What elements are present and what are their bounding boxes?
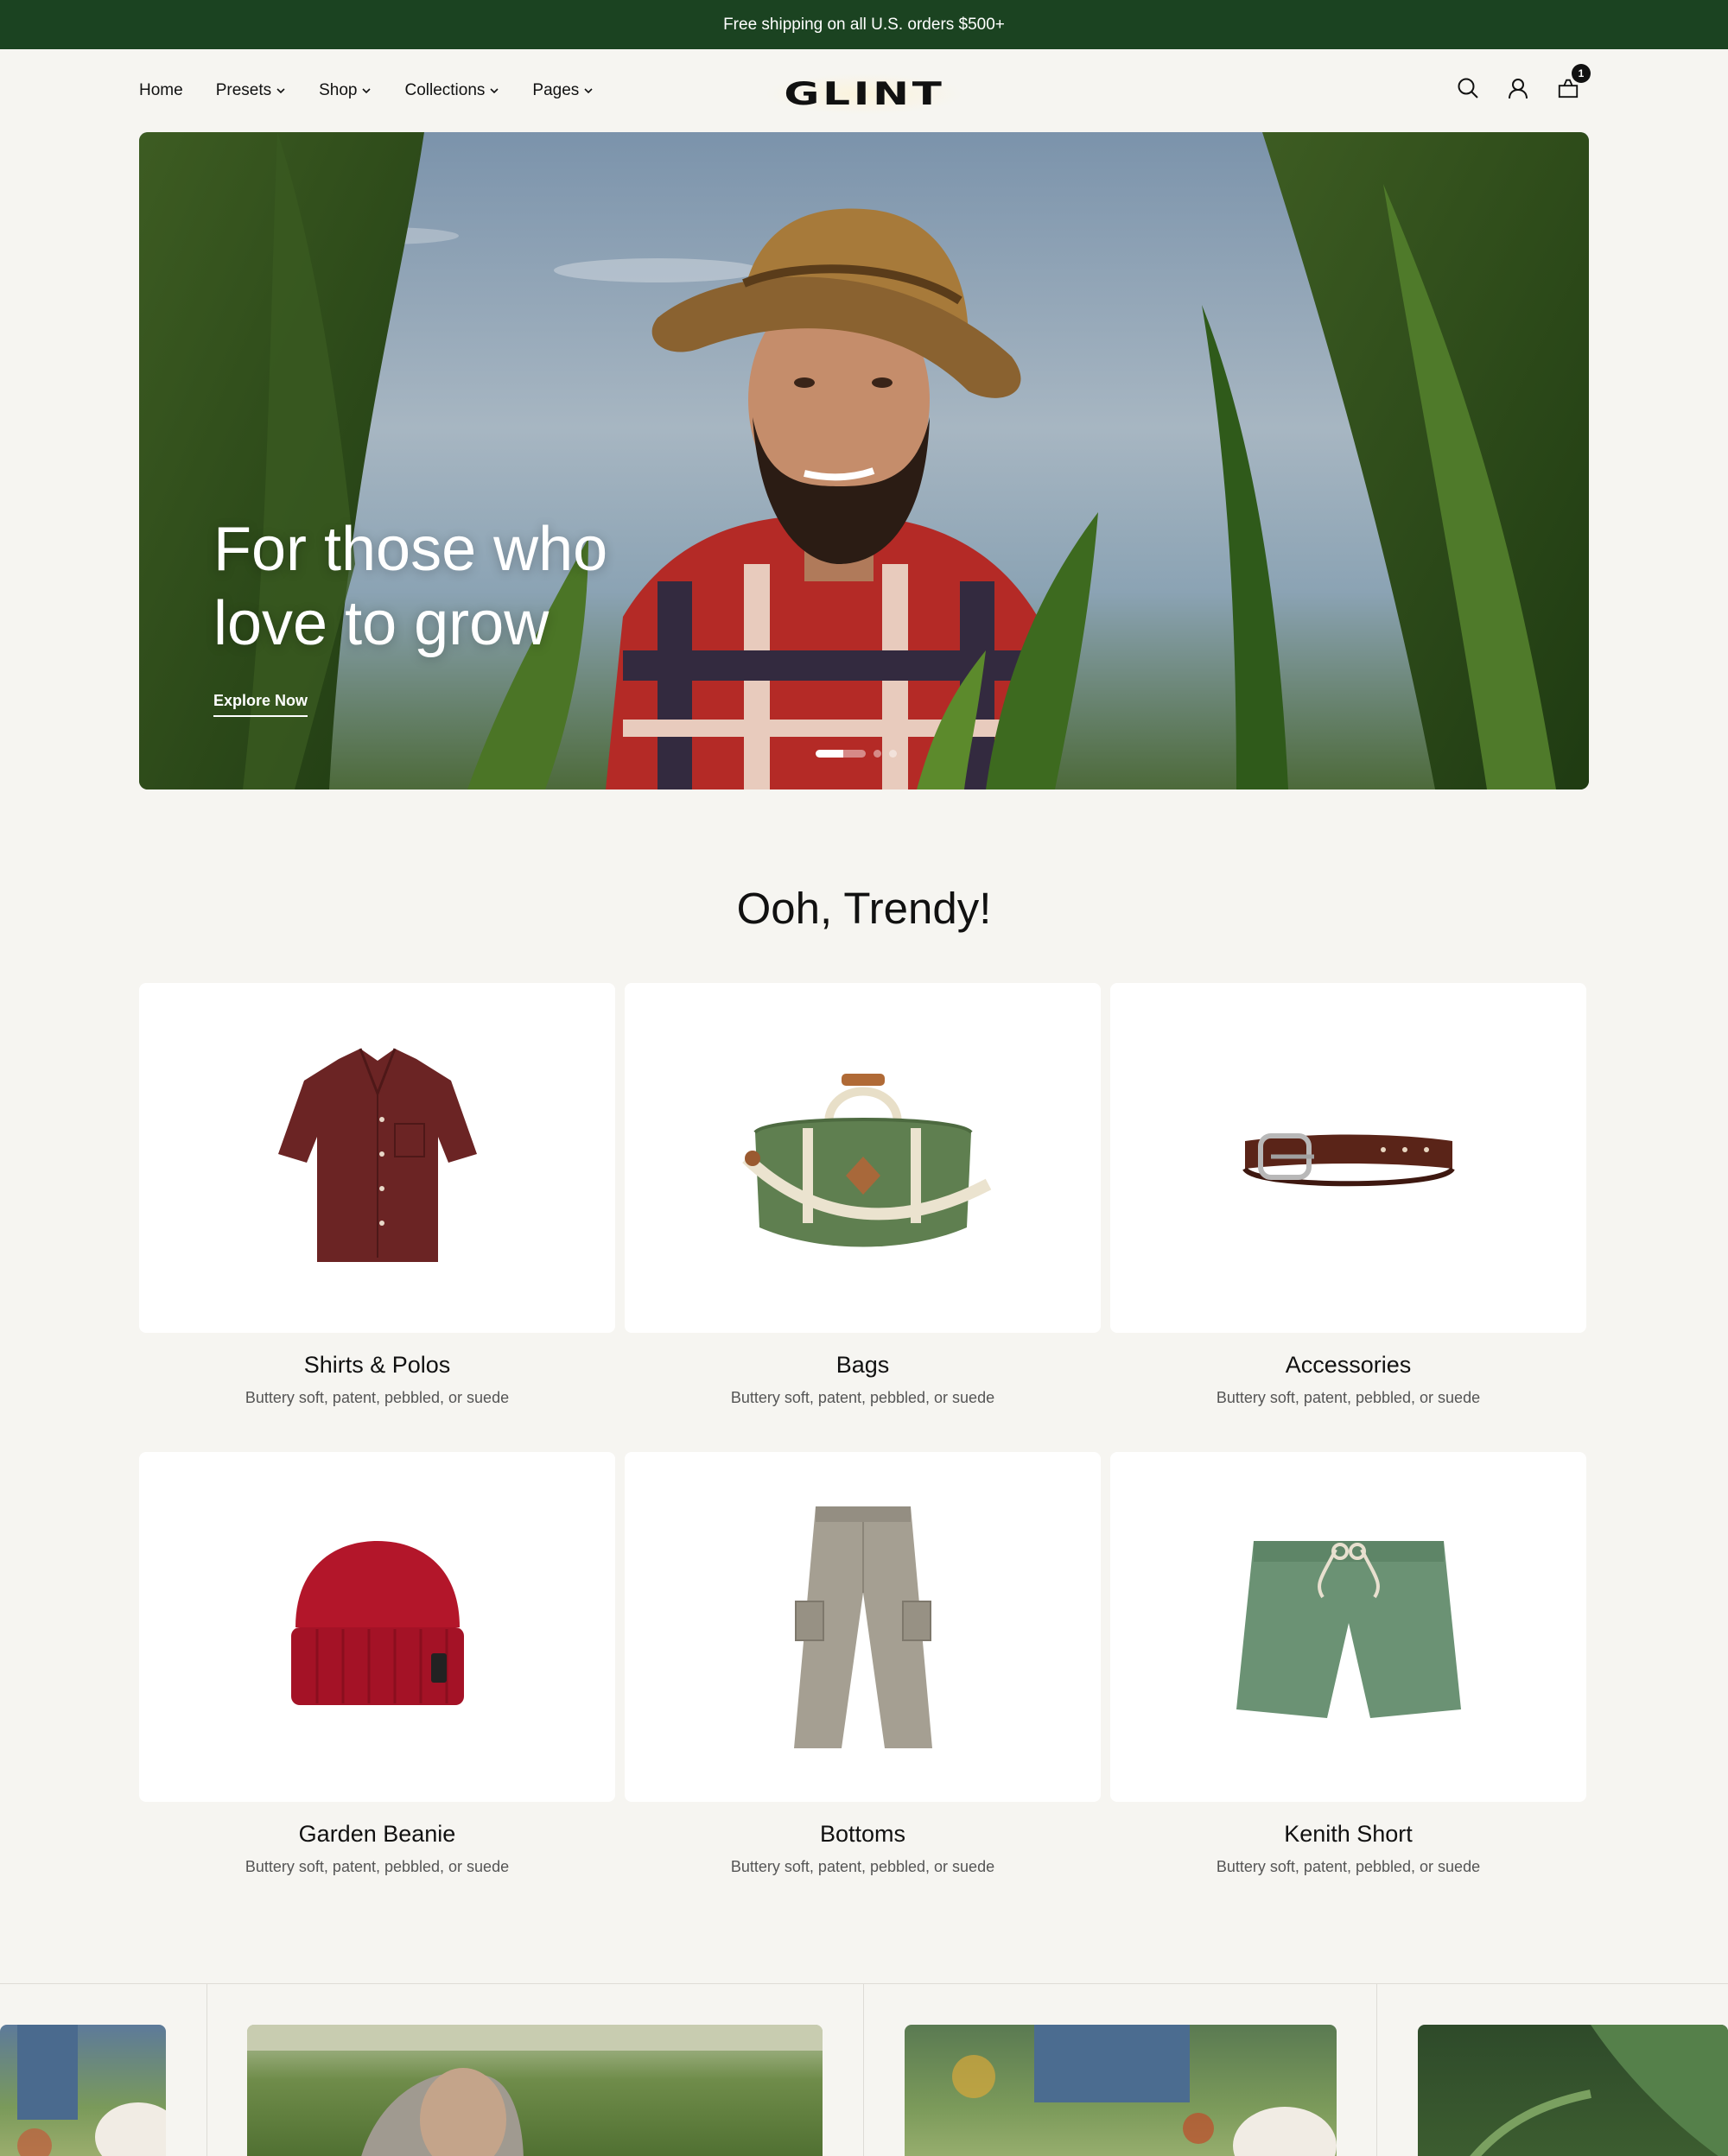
chevron-down-icon	[362, 87, 372, 93]
hero-banner: For those who love to grow Explore Now	[139, 132, 1589, 789]
category-card-bottoms: Bottoms Buttery soft, patent, pebbled, o…	[625, 1452, 1101, 1876]
pants-image	[793, 1506, 932, 1748]
slider-dot-2[interactable]	[874, 750, 881, 758]
hero-image	[139, 132, 1589, 789]
account-button[interactable]	[1507, 75, 1529, 101]
shorts-image	[1236, 1540, 1461, 1718]
nav-collections-label: Collections	[404, 80, 486, 99]
category-subtitle: Buttery soft, patent, pebbled, or suede	[730, 1389, 995, 1406]
lookbook-photo-3[interactable]	[905, 2025, 1337, 2156]
hero-title: For those who love to grow	[213, 512, 607, 661]
nav-presets[interactable]: Presets	[216, 81, 286, 100]
cart-button[interactable]: 1	[1557, 64, 1591, 101]
slider-dot-3[interactable]	[889, 750, 897, 758]
lookbook-photo-1[interactable]	[0, 2025, 166, 2156]
header-icons: 1	[1457, 64, 1591, 101]
chevron-down-icon	[490, 87, 499, 93]
lookbook-photo-2[interactable]	[247, 2025, 823, 2156]
category-image[interactable]	[1110, 983, 1586, 1333]
slider-pagination	[816, 750, 897, 758]
category-image[interactable]	[139, 983, 615, 1333]
cart-count-badge: 1	[1572, 64, 1591, 83]
lookbook-photo-4[interactable]	[1418, 2025, 1728, 2156]
nav-collections[interactable]: Collections	[404, 81, 499, 100]
gardener-photo	[17, 2025, 166, 2156]
nav-home[interactable]: Home	[139, 81, 183, 100]
nav-shop-label: Shop	[319, 80, 358, 99]
slider-dot-1[interactable]	[816, 750, 866, 758]
logo-text: GLINT	[783, 75, 945, 113]
category-subtitle: Buttery soft, patent, pebbled, or suede	[1216, 1858, 1481, 1875]
nav-shop[interactable]: Shop	[319, 81, 372, 100]
announcement-text: Free shipping on all U.S. orders $500+	[723, 15, 1005, 34]
category-card-shirts: Shirts & Polos Buttery soft, patent, peb…	[139, 983, 615, 1407]
category-subtitle: Buttery soft, patent, pebbled, or suede	[730, 1858, 995, 1875]
gardening-photo	[952, 2025, 1337, 2156]
category-subtitle: Buttery soft, patent, pebbled, or suede	[1216, 1389, 1481, 1406]
category-subtitle: Buttery soft, patent, pebbled, or suede	[245, 1858, 510, 1875]
foliage-photo	[1470, 2025, 1728, 2156]
category-image[interactable]	[625, 983, 1101, 1333]
nav-pages-label: Pages	[532, 80, 580, 99]
duffel-bag-image	[741, 1073, 991, 1246]
search-button[interactable]	[1457, 75, 1479, 101]
section-title: Ooh, Trendy!	[736, 884, 992, 933]
shirt-image	[277, 1047, 477, 1262]
category-title[interactable]: Bottoms	[625, 1821, 1101, 1848]
category-title[interactable]: Kenith Short	[1110, 1821, 1586, 1848]
belt-image	[1242, 1132, 1455, 1186]
divider	[863, 1984, 864, 2156]
category-title[interactable]: Garden Beanie	[139, 1821, 615, 1848]
announcement-bar: Free shipping on all U.S. orders $500+	[0, 0, 1728, 49]
user-icon	[1509, 79, 1528, 99]
divider	[1376, 1984, 1377, 2156]
nav-home-label: Home	[139, 80, 183, 99]
category-card-bags: Bags Buttery soft, patent, pebbled, or s…	[625, 983, 1101, 1407]
portrait-photo	[247, 2025, 823, 2156]
beanie-image	[290, 1540, 464, 1705]
category-image[interactable]	[1110, 1452, 1586, 1802]
category-title[interactable]: Bags	[625, 1352, 1101, 1379]
category-title[interactable]: Shirts & Polos	[139, 1352, 615, 1379]
category-card-beanie: Garden Beanie Buttery soft, patent, pebb…	[139, 1452, 615, 1876]
chevron-down-icon	[276, 87, 285, 93]
lookbook-strip	[0, 1983, 1728, 2156]
nav-pages[interactable]: Pages	[532, 81, 594, 100]
hero-title-line-1: For those who	[213, 515, 608, 584]
hero-title-line-2: love to grow	[213, 589, 550, 658]
category-image[interactable]	[139, 1452, 615, 1802]
nav-presets-label: Presets	[215, 80, 272, 99]
main-header: Home Presets Shop Collections Pages GLIN…	[0, 49, 1728, 131]
category-card-shorts: Kenith Short Buttery soft, patent, pebbl…	[1110, 1452, 1586, 1876]
main-nav: Home Presets Shop Collections Pages	[139, 49, 594, 131]
category-card-accessories: Accessories Buttery soft, patent, pebble…	[1110, 983, 1586, 1407]
site-logo[interactable]: GLINT	[765, 73, 963, 115]
category-image[interactable]	[625, 1452, 1101, 1802]
category-title[interactable]: Accessories	[1110, 1352, 1586, 1379]
divider	[206, 1984, 207, 2156]
category-subtitle: Buttery soft, patent, pebbled, or suede	[245, 1389, 510, 1406]
chevron-down-icon	[584, 87, 593, 93]
explore-now-link[interactable]: Explore Now	[213, 692, 308, 717]
search-icon	[1458, 78, 1478, 98]
